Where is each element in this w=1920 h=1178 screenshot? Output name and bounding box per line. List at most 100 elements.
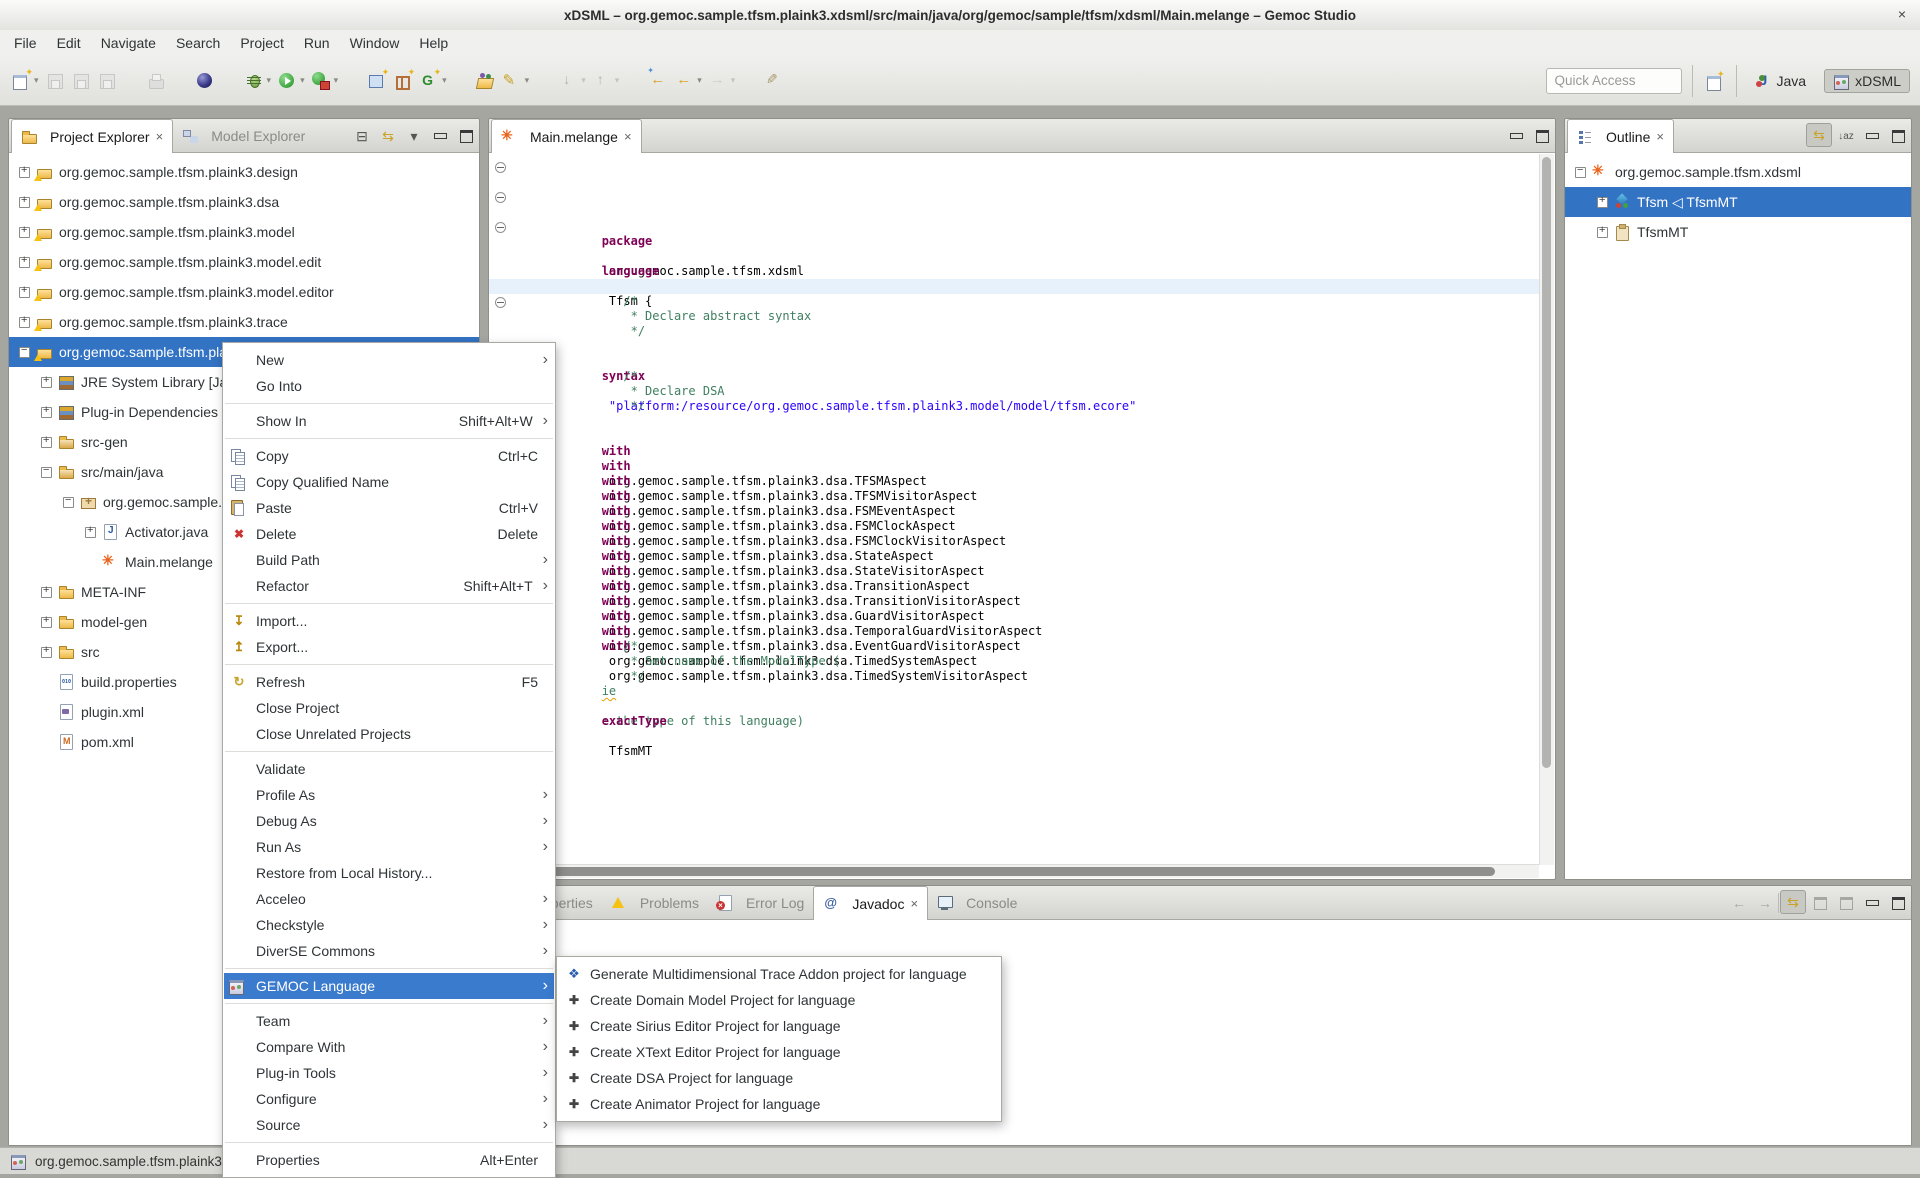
context-menu-item[interactable]: Debug As › — [224, 808, 554, 834]
submenu-item[interactable]: ✚ Create DSA Project for language — [558, 1065, 1000, 1091]
context-menu-item[interactable] — [224, 747, 554, 756]
minimize-button[interactable] — [1860, 125, 1884, 147]
context-menu-item[interactable]: Validate — [224, 756, 554, 782]
submenu-item[interactable]: ❖ Generate Multidimensional Trace Addon … — [558, 961, 1000, 987]
toolbar-button[interactable]: ▾ — [500, 69, 532, 93]
context-menu-item[interactable]: ✖ Delete Delete — [224, 521, 554, 547]
minimize-button[interactable] — [428, 125, 452, 147]
tree-expander[interactable] — [39, 375, 54, 390]
context-menu-item[interactable]: ↻ Refresh F5 — [224, 669, 554, 695]
minimize-button[interactable] — [1860, 892, 1884, 914]
tree-item[interactable]: org.gemoc.sample.tfsm.plaink3.design — [9, 157, 479, 187]
toolbar-button[interactable]: ▾ — [706, 69, 738, 93]
fold-minus-icon[interactable] — [495, 162, 506, 173]
context-menu-item[interactable] — [224, 599, 554, 608]
chevron-down-icon[interactable]: ▾ — [442, 75, 447, 86]
tree-expander[interactable] — [17, 345, 32, 360]
scrollbar-thumb[interactable] — [494, 867, 1495, 876]
close-icon[interactable]: × — [156, 129, 164, 144]
close-icon[interactable]: × — [624, 129, 632, 144]
context-menu-item[interactable] — [224, 999, 554, 1008]
chevron-down-icon[interactable]: ▾ — [300, 75, 305, 86]
toolbar-button[interactable]: ▾ — [242, 69, 274, 93]
toolbar-button[interactable] — [474, 69, 498, 93]
bottom-tab[interactable]: Error Log — [708, 886, 813, 919]
open-input-button[interactable] — [1808, 892, 1832, 914]
toolbar-button[interactable] — [646, 69, 670, 93]
tree-expander[interactable] — [39, 585, 54, 600]
toolbar-button[interactable]: ▾ — [672, 69, 704, 93]
context-menu-item[interactable] — [224, 399, 554, 408]
toolbar-button[interactable]: ▾ — [9, 69, 41, 93]
window-close-button[interactable]: × — [1898, 6, 1906, 22]
chevron-down-icon[interactable]: ▾ — [731, 75, 736, 86]
toolbar-button[interactable] — [391, 69, 415, 93]
quick-access-input[interactable] — [1546, 68, 1682, 94]
context-menu-item[interactable]: Compare With › — [224, 1034, 554, 1060]
context-menu-item[interactable] — [224, 1138, 554, 1147]
toolbar-button[interactable]: ▾ — [417, 69, 449, 93]
context-menu-item[interactable]: Acceleo › — [224, 886, 554, 912]
link-with-editor-button[interactable]: ⇆ — [1780, 890, 1806, 914]
submenu-item[interactable]: ✚ Create Domain Model Project for langua… — [558, 987, 1000, 1013]
context-menu-item[interactable]: Show In Shift+Alt+W › — [224, 408, 554, 434]
tree-item[interactable]: org.gemoc.sample.tfsm.plaink3.model.edit… — [9, 277, 479, 307]
tree-item[interactable]: org.gemoc.sample.tfsm.xdsml — [1565, 157, 1911, 187]
tree-expander[interactable] — [39, 435, 54, 450]
tab-outline[interactable]: Outline × — [1567, 119, 1674, 153]
close-icon[interactable]: × — [1656, 129, 1664, 144]
tree-item[interactable]: TfsmMT — [1565, 217, 1911, 247]
menu[interactable]: Run — [294, 30, 340, 56]
code-editor[interactable]: package org.gemoc.sample.tfsm.xdsml lan — [489, 154, 1540, 865]
perspective-xdsml-button[interactable]: xDSML — [1824, 69, 1910, 93]
tree-expander[interactable] — [1595, 225, 1610, 240]
chevron-down-icon[interactable]: ▾ — [615, 75, 620, 86]
tree-expander[interactable] — [39, 645, 54, 660]
tree-expander[interactable] — [17, 285, 32, 300]
tree-expander[interactable] — [39, 465, 54, 480]
chevron-down-icon[interactable]: ▾ — [697, 75, 702, 86]
perspective-java-button[interactable]: Java — [1747, 70, 1815, 92]
tree-expander[interactable] — [1573, 165, 1588, 180]
menu[interactable]: Project — [230, 30, 294, 56]
toolbar-button[interactable] — [144, 69, 168, 93]
view-menu-button[interactable]: ▾ — [402, 125, 426, 147]
context-menu-item[interactable]: Team › — [224, 1008, 554, 1034]
tree-expander[interactable] — [61, 495, 76, 510]
tree-expander[interactable] — [39, 405, 54, 420]
context-menu-item[interactable]: Plug-in Tools › — [224, 1060, 554, 1086]
back-button[interactable]: ← — [1727, 892, 1751, 914]
chevron-down-icon[interactable]: ▾ — [525, 75, 530, 86]
context-menu-item[interactable]: Checkstyle › — [224, 912, 554, 938]
tree-expander[interactable] — [17, 225, 32, 240]
pin-view-button[interactable] — [1834, 892, 1858, 914]
chevron-down-icon[interactable]: ▾ — [34, 75, 39, 86]
tree-expander[interactable] — [39, 615, 54, 630]
maximize-button[interactable] — [1886, 125, 1910, 147]
context-menu-item[interactable]: Refactor Shift+Alt+T › — [224, 573, 554, 599]
forward-button[interactable]: → — [1753, 892, 1777, 914]
context-menu-item[interactable]: Copy Ctrl+C — [224, 443, 554, 469]
context-menu-item[interactable]: Copy Qualified Name — [224, 469, 554, 495]
toolbar-button[interactable] — [193, 69, 217, 93]
menu[interactable]: Help — [409, 30, 458, 56]
maximize-button[interactable] — [454, 125, 478, 147]
close-icon[interactable]: × — [910, 896, 918, 911]
submenu-item[interactable]: ✚ Create XText Editor Project for langua… — [558, 1039, 1000, 1065]
tree-item[interactable]: org.gemoc.sample.tfsm.plaink3.model.edit — [9, 247, 479, 277]
tree-expander[interactable] — [17, 255, 32, 270]
open-perspective-button[interactable] — [1704, 71, 1725, 91]
context-menu-item[interactable]: Paste Ctrl+V — [224, 495, 554, 521]
toolbar-button[interactable] — [365, 69, 389, 93]
link-with-editor-button[interactable]: ⇆ — [376, 125, 400, 147]
context-menu-item[interactable]: Close Unrelated Projects — [224, 721, 554, 747]
context-menu-item[interactable]: Source › — [224, 1112, 554, 1138]
tree-item[interactable]: Tfsm ◁ TfsmMT — [1565, 187, 1911, 217]
tab-model-explorer[interactable]: Model Explorer — [173, 119, 314, 152]
context-menu-item[interactable]: DiverSE Commons › — [224, 938, 554, 964]
maximize-button[interactable] — [1530, 125, 1554, 147]
bottom-tab[interactable]: Console — [928, 886, 1026, 919]
editor-horizontal-scrollbar[interactable] — [490, 864, 1539, 878]
fold-minus-icon[interactable] — [495, 222, 506, 233]
chevron-down-icon[interactable]: ▾ — [334, 75, 339, 86]
